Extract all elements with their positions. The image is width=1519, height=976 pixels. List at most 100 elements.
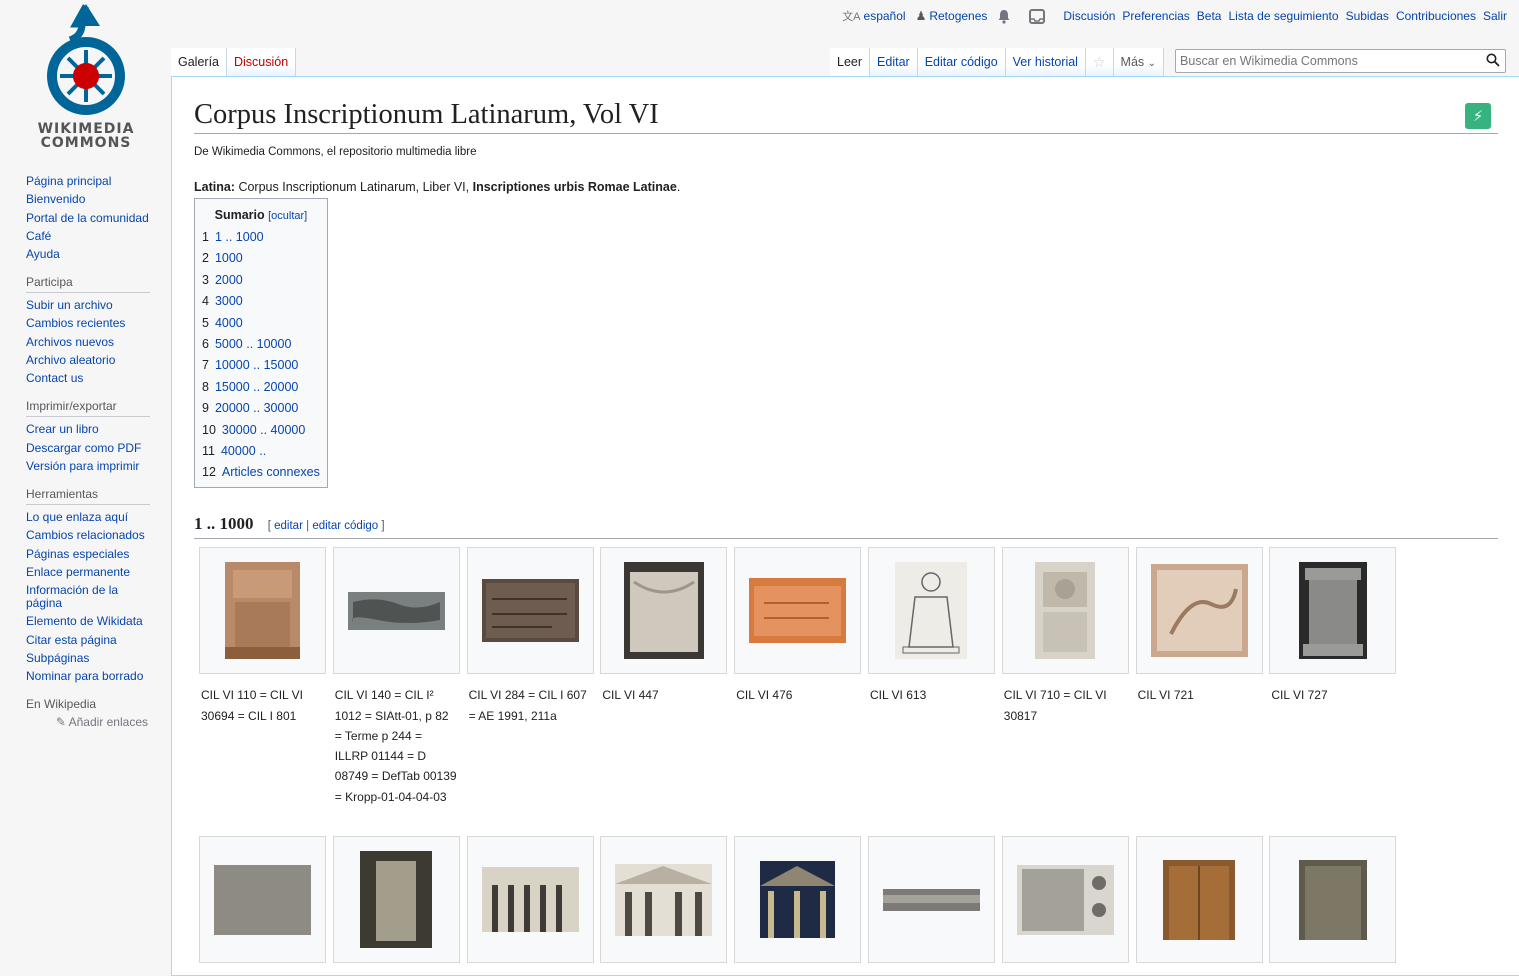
gallery-thumbnail[interactable] — [1001, 547, 1129, 675]
toc-heading: Sumario — [214, 208, 265, 222]
sidebar-item-printable[interactable]: Versión para imprimir — [26, 459, 150, 473]
bracket-close: ] — [378, 520, 385, 533]
gallery-item — [600, 836, 728, 964]
gallery-caption: CIL VI 284 = CIL I 607 = AE 1991, 211a — [468, 688, 587, 723]
gallery-thumbnail[interactable] — [734, 836, 862, 964]
section-edit-link[interactable]: editar — [274, 520, 303, 532]
sidebar-item-contact[interactable]: Contact us — [26, 372, 150, 385]
sidebar-item-special-pages[interactable]: Páginas especiales — [26, 547, 150, 561]
personal-link-logout[interactable]: Salir — [1483, 9, 1507, 23]
table-of-contents: Sumario [ocultar] 1 1 .. 1000 2 1000 3 2000… — [194, 198, 328, 489]
gallery-thumbnail[interactable] — [867, 836, 995, 964]
add-links-button[interactable]: ✎ Añadir enlaces — [26, 716, 150, 729]
section-edit-source-link[interactable]: editar código — [312, 520, 378, 532]
sidebar-item-nominate-deletion[interactable]: Nominar para borrado — [26, 670, 150, 683]
pantheon-night-image — [760, 861, 836, 939]
tab-read[interactable]: Leer — [830, 48, 871, 76]
sidebar-heading-wikipedia: En Wikipedia — [26, 697, 97, 712]
tab-history[interactable]: Ver historial — [1005, 48, 1086, 76]
personal-link-discussion[interactable]: Discusión — [1063, 9, 1115, 23]
upload-icon: ⚡ — [1472, 108, 1484, 125]
toc-item[interactable]: 4 3000 — [202, 294, 320, 308]
gallery-item — [199, 836, 326, 964]
search-box — [1175, 49, 1506, 73]
wikimedia-commons-logo[interactable]: WIKIMEDIA COMMONS — [24, 2, 148, 152]
sidebar-item-permanent-link[interactable]: Enlace permanente — [26, 565, 150, 579]
gallery-thumbnail[interactable] — [1135, 547, 1263, 675]
toc-item[interactable]: 8 15000 .. 20000 — [202, 380, 320, 394]
more-menu[interactable]: Más ⌄ — [1113, 48, 1165, 76]
toc-item[interactable]: 6 5000 .. 10000 — [202, 337, 320, 351]
gallery-item: CIL VI 710 = CIL VI 30817 — [1001, 547, 1129, 820]
toc-text: 20000 .. 30000 — [214, 401, 299, 416]
toc-item[interactable]: 11 40000 .. — [202, 444, 320, 458]
toc-item[interactable]: 3 2000 — [202, 273, 320, 287]
sidebar-heading-participate: Participa — [26, 275, 150, 294]
sidebar-item-village-pump[interactable]: Café — [26, 229, 150, 243]
watch-star[interactable]: ☆ — [1085, 48, 1114, 76]
toc-item[interactable]: 7 10000 .. 15000 — [202, 358, 320, 372]
sidebar-item-community-portal[interactable]: Portal de la comunidad — [26, 211, 150, 225]
gallery-thumbnail[interactable] — [1269, 836, 1397, 964]
sidebar-item-create-book[interactable]: Crear un libro — [26, 423, 150, 436]
gallery-thumbnail[interactable] — [199, 836, 326, 964]
gallery-thumbnail[interactable] — [734, 547, 862, 675]
gallery-thumbnail[interactable] — [466, 547, 594, 675]
personal-link-contributions[interactable]: Contribuciones — [1396, 9, 1476, 23]
upload-wizard-button[interactable]: ⚡ — [1465, 103, 1491, 129]
sidebar-item-main-page[interactable]: Página principal — [26, 175, 150, 188]
bell-icon[interactable] — [997, 9, 1011, 24]
sidebar-item-wikidata[interactable]: Elemento de Wikidata — [26, 615, 150, 628]
user-link[interactable]: ♟ Retogenes — [916, 9, 988, 23]
search-input[interactable] — [1176, 50, 1476, 72]
gallery-thumbnail[interactable] — [332, 547, 460, 675]
gallery-thumbnail[interactable] — [600, 836, 728, 964]
site-subtitle: De Wikimedia Commons, el repositorio mul… — [194, 146, 477, 158]
sidebar-item-download-pdf[interactable]: Descargar como PDF — [26, 441, 150, 455]
personal-link-uploads[interactable]: Subidas — [1346, 9, 1389, 23]
language-selector[interactable]: 文A español — [842, 8, 905, 24]
inscribed-wall-image — [1016, 864, 1114, 935]
gallery-thumbnail[interactable] — [332, 836, 460, 964]
toc-item[interactable]: 5 4000 — [202, 316, 320, 330]
toc-item[interactable]: 10 30000 .. 40000 — [202, 423, 320, 437]
toc-hide-toggle[interactable]: [ocultar] — [268, 210, 307, 222]
sidebar-item-subpages[interactable]: Subpáginas — [26, 652, 150, 665]
add-links-label: Añadir enlaces — [68, 715, 148, 730]
toc-item[interactable]: 12 Articles connexes — [202, 465, 320, 479]
gallery-thumbnail[interactable] — [867, 547, 995, 675]
sidebar-item-upload[interactable]: Subir un archivo — [26, 299, 150, 312]
sidebar-item-related-changes[interactable]: Cambios relacionados — [26, 529, 150, 542]
toc-num: 2 — [202, 251, 209, 266]
personal-link-preferences[interactable]: Preferencias — [1122, 9, 1189, 23]
toc-item[interactable]: 1 1 .. 1000 — [202, 230, 320, 244]
search-icon[interactable] — [1486, 53, 1500, 67]
page-title: Corpus Inscriptionum Latinarum, Vol VI — [194, 99, 1498, 134]
tab-discussion[interactable]: Discusión — [227, 48, 297, 76]
gallery-thumbnail[interactable] — [600, 547, 728, 675]
personal-link-beta[interactable]: Beta — [1197, 9, 1222, 23]
gallery-thumbnail[interactable] — [1269, 547, 1397, 675]
gallery-thumbnail[interactable] — [1001, 836, 1129, 964]
toc-item[interactable]: 9 20000 .. 30000 — [202, 401, 320, 415]
personal-link-watchlist[interactable]: Lista de seguimiento — [1228, 9, 1338, 23]
sidebar-item-page-info[interactable]: Información de la página — [26, 584, 122, 610]
tab-edit[interactable]: Editar — [870, 48, 918, 76]
sidebar-item-random-file[interactable]: Archivo aleatorio — [26, 354, 150, 367]
toc-item[interactable]: 2 1000 — [202, 251, 320, 265]
gallery-thumbnail[interactable] — [466, 836, 594, 964]
sidebar-item-welcome[interactable]: Bienvenido — [26, 193, 150, 206]
inbox-icon[interactable] — [1029, 8, 1046, 24]
sidebar-item-recent-changes[interactable]: Cambios recientes — [26, 317, 150, 330]
sidebar-item-help[interactable]: Ayuda — [26, 248, 150, 261]
gallery-thumbnail[interactable] — [199, 547, 326, 675]
toc-text: 1000 — [214, 251, 243, 266]
sidebar-item-cite[interactable]: Citar esta página — [26, 633, 150, 647]
weathered-stele-image — [1298, 859, 1367, 940]
gallery-thumbnail[interactable] — [1135, 836, 1263, 964]
toc-num: 7 — [202, 358, 209, 373]
sidebar-item-new-files[interactable]: Archivos nuevos — [26, 335, 150, 349]
tab-gallery[interactable]: Galería — [171, 48, 227, 76]
tab-edit-source[interactable]: Editar código — [917, 48, 1006, 76]
sidebar-item-what-links-here[interactable]: Lo que enlaza aquí — [26, 510, 150, 524]
